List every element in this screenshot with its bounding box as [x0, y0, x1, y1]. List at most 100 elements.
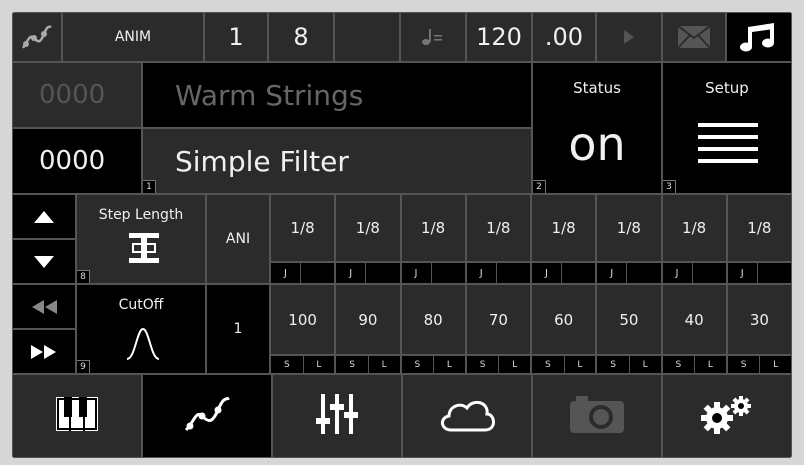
cutoff-value-cell[interactable]: 40	[661, 284, 727, 355]
step-flag-cell[interactable]: J	[465, 262, 531, 284]
bottom-preset-number[interactable]: 0000	[12, 128, 142, 194]
step-value-cell[interactable]: 1/8	[270, 194, 336, 262]
step-flag-cell[interactable]: J	[726, 262, 792, 284]
step-flag-label: J	[271, 263, 301, 283]
step-flag-cell[interactable]: J	[661, 262, 727, 284]
nav-button-camera[interactable]	[532, 374, 662, 458]
gears-icon	[697, 394, 757, 438]
automation-button[interactable]	[12, 12, 62, 62]
bottom-preset-name[interactable]: Simple Filter 1	[142, 128, 532, 194]
cutoff-flag-cell[interactable]: SL	[596, 355, 662, 374]
slot-number-3: 3	[663, 180, 676, 193]
cutoff-value: 80	[423, 310, 443, 329]
step-flag-cell[interactable]: J	[596, 262, 662, 284]
mail-button[interactable]	[662, 12, 726, 62]
nav-button-gears[interactable]	[662, 374, 792, 458]
cutoff-flag-s: S	[467, 356, 500, 373]
cutoff-flag-l: L	[773, 359, 779, 370]
nav-button-piano-keys[interactable]	[12, 374, 142, 458]
step-flag-label: J	[467, 263, 497, 283]
mixer-sliders-icon	[315, 392, 359, 440]
cutoff-flag-l: L	[577, 359, 583, 370]
step-value: 1/8	[682, 219, 707, 237]
tempo-fraction[interactable]: .00	[532, 12, 596, 62]
cutoff-flag-cell[interactable]: SL	[270, 355, 336, 374]
cutoff-flag-l: L	[381, 359, 387, 370]
tempo-value[interactable]: 120	[466, 12, 532, 62]
step-flag-label: J	[597, 263, 628, 283]
automation-curve-icon	[182, 394, 232, 438]
cutoff-flag-l: L	[512, 359, 518, 370]
cutoff-value: 40	[684, 310, 704, 329]
play-button[interactable]	[596, 12, 662, 62]
fast-forward-button[interactable]	[12, 329, 76, 374]
step-value-cell[interactable]: 1/8	[465, 194, 531, 262]
music-button[interactable]	[726, 12, 792, 62]
cutoff-flag-cell[interactable]: SL	[465, 355, 531, 374]
fast-forward-icon	[31, 344, 56, 359]
value-2[interactable]: 8	[268, 12, 334, 62]
down-button[interactable]	[12, 239, 76, 284]
status-value: on	[568, 117, 626, 171]
step-flag-label: J	[663, 263, 693, 283]
step-flag-cell[interactable]: J	[335, 262, 401, 284]
cutoff-value-cell[interactable]: 60	[531, 284, 597, 355]
cutoff-flag-s: S	[663, 356, 696, 373]
step-value-cell[interactable]: 1/8	[661, 194, 727, 262]
step-flag-cell[interactable]: J	[531, 262, 597, 284]
cutoff-flag-cell[interactable]: SL	[661, 355, 727, 374]
step-flag-cell[interactable]: J	[270, 262, 336, 284]
cutoff-value-cell[interactable]: 90	[335, 284, 401, 355]
step-mode[interactable]: ANI	[206, 194, 270, 284]
step-value-cell[interactable]: 1/8	[596, 194, 662, 262]
cutoff-flag-l: L	[316, 359, 322, 370]
cutoff-flag-s: S	[402, 356, 435, 373]
cutoff-value: 50	[619, 310, 639, 329]
mail-icon	[677, 25, 711, 49]
status-panel[interactable]: Status on 2	[532, 62, 662, 194]
nav-button-automation-curve[interactable]	[142, 374, 272, 458]
setup-panel[interactable]: Setup 3	[662, 62, 792, 194]
triangle-down-icon	[34, 255, 54, 268]
mode-label[interactable]: ANIM	[62, 12, 204, 62]
cutoff-value-cell[interactable]: 50	[596, 284, 662, 355]
cutoff-param[interactable]: CutOff 9	[76, 284, 206, 374]
step-value-cell[interactable]: 1/8	[400, 194, 466, 262]
step-length-param[interactable]: Step Length 8	[76, 194, 206, 284]
triangle-up-icon	[34, 210, 54, 223]
step-value-cell[interactable]: 1/8	[335, 194, 401, 262]
up-button[interactable]	[12, 194, 76, 239]
cutoff-mode[interactable]: 1	[206, 284, 270, 374]
cutoff-value: 30	[749, 310, 769, 329]
slot-number-2: 2	[533, 180, 546, 193]
cutoff-flag-s: S	[336, 356, 369, 373]
top-preset-number[interactable]: 0000	[12, 62, 142, 128]
cutoff-value-cell[interactable]: 70	[465, 284, 531, 355]
cutoff-flag-s: S	[728, 356, 761, 373]
value-1[interactable]: 1	[204, 12, 268, 62]
music-notes-icon	[740, 23, 774, 52]
cutoff-flag-l: L	[642, 359, 648, 370]
step-value: 1/8	[747, 219, 772, 237]
cutoff-flag-l: L	[446, 359, 452, 370]
cutoff-value-cell[interactable]: 30	[726, 284, 792, 355]
rewind-button[interactable]	[12, 284, 76, 329]
cutoff-flag-cell[interactable]: SL	[531, 355, 597, 374]
automation-icon	[21, 24, 52, 49]
cutoff-value-cell[interactable]: 100	[270, 284, 336, 355]
step-value-cell[interactable]: 1/8	[726, 194, 792, 262]
cutoff-flag-cell[interactable]: SL	[335, 355, 401, 374]
cutoff-flag-cell[interactable]: SL	[726, 355, 792, 374]
cutoff-flag-l: L	[707, 359, 713, 370]
step-value-cell[interactable]: 1/8	[531, 194, 597, 262]
cutoff-value-cell[interactable]: 80	[400, 284, 466, 355]
cutoff-flag-cell[interactable]: SL	[400, 355, 466, 374]
menu-lines-icon	[698, 123, 758, 163]
tempo-note	[400, 12, 466, 62]
step-length-icon	[129, 233, 159, 263]
step-flag-cell[interactable]: J	[400, 262, 466, 284]
nav-button-mixer-sliders[interactable]	[272, 374, 402, 458]
step-value: 1/8	[486, 219, 511, 237]
top-preset-name[interactable]: Warm Strings	[142, 62, 532, 128]
nav-button-cloud[interactable]	[402, 374, 532, 458]
